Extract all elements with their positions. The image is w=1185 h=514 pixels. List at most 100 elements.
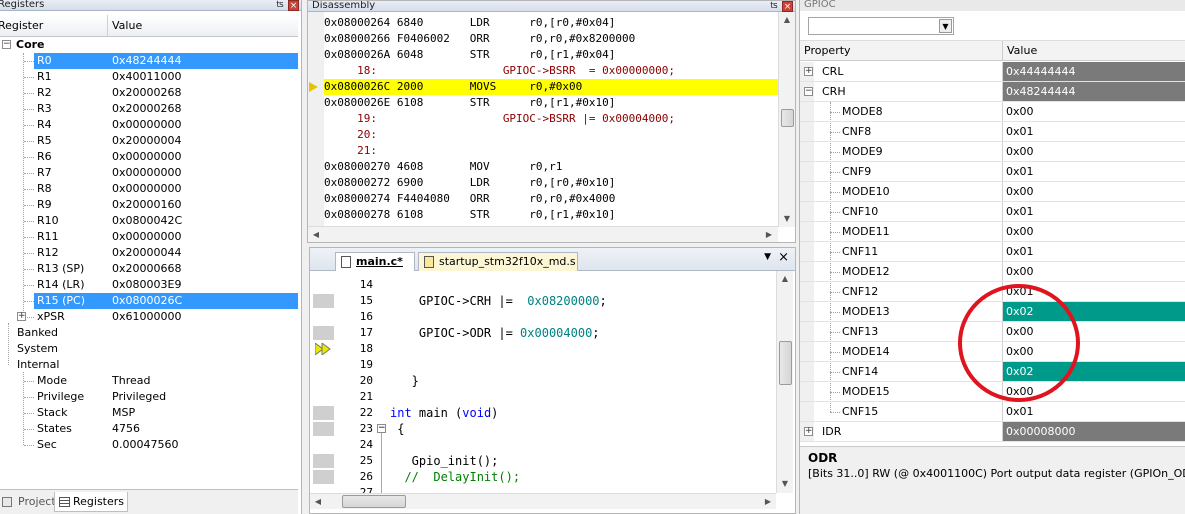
property-value[interactable]: 0x00	[1002, 222, 1185, 241]
bitfield-row[interactable]: MODE15 0x00	[800, 382, 1185, 402]
collapse-icon[interactable]: −	[804, 87, 813, 96]
disassembly-hscroll[interactable]: ◀ ▶	[308, 226, 778, 242]
bitfield-row[interactable]: CNF13 0x00	[800, 322, 1185, 342]
close-editor-icon[interactable]: ×	[778, 250, 789, 265]
bitfield-row[interactable]: CNF11 0x01	[800, 242, 1185, 262]
scroll-down-icon[interactable]: ▼	[779, 211, 795, 227]
breakpoint-margin[interactable]	[313, 294, 334, 308]
disassembly-line[interactable]: 0x08000266 F0406002 ORR r0,r0,#0x8200000	[324, 31, 778, 47]
bitfield-row[interactable]: CNF9 0x01	[800, 162, 1185, 182]
property-value[interactable]: 0x01	[1002, 122, 1185, 141]
group-system[interactable]: System	[0, 341, 298, 357]
register-row[interactable]: R8 0x00000000	[0, 181, 298, 197]
property-value[interactable]: 0x00	[1002, 382, 1185, 401]
bitfield-row[interactable]: CNF14 0x02	[800, 362, 1185, 382]
scroll-up-icon[interactable]: ▲	[779, 12, 795, 28]
breakpoint-margin[interactable]	[313, 422, 334, 436]
bitfield-row[interactable]: MODE13 0x02	[800, 302, 1185, 322]
disassembly-line[interactable]: 0x08000264 6840 LDR r0,[r0,#0x04]	[324, 15, 778, 31]
group-internal[interactable]: Internal	[0, 357, 298, 373]
close-icon[interactable]: ×	[782, 1, 793, 12]
chevron-down-icon[interactable]: ▼	[939, 19, 952, 33]
disassembly-line[interactable]: 20:	[324, 127, 778, 143]
column-register[interactable]: Register	[0, 19, 43, 32]
register-row[interactable]: R14 (LR) 0x080003E9	[0, 277, 298, 293]
disassembly-line[interactable]: 21:	[324, 143, 778, 159]
register-row[interactable]: R7 0x00000000	[0, 165, 298, 181]
scroll-up-icon[interactable]: ▲	[777, 271, 793, 287]
peripheral-select[interactable]: ▼	[808, 17, 954, 35]
breakpoint-margin[interactable]	[313, 326, 334, 340]
register-row[interactable]: R2 0x20000268	[0, 85, 298, 101]
bitfield-row[interactable]: CNF12 0x01	[800, 282, 1185, 302]
code-line[interactable]: Gpio_init();	[390, 453, 774, 469]
bitfield-row[interactable]: MODE10 0x00	[800, 182, 1185, 202]
code-line[interactable]: }	[390, 373, 774, 389]
register-row[interactable]: R5 0x20000004	[0, 133, 298, 149]
property-value[interactable]: 0x02	[1002, 362, 1185, 381]
bitfield-row[interactable]: MODE14 0x00	[800, 342, 1185, 362]
tab-startup-file[interactable]: startup_stm32f10x_md.s	[418, 252, 578, 271]
editor-vscroll[interactable]: ▲ ▼	[776, 271, 793, 493]
expand-icon[interactable]: +	[804, 67, 813, 76]
close-icon[interactable]: ×	[288, 0, 299, 11]
xpsr-expander[interactable]: +	[17, 312, 26, 321]
code-line[interactable]: int main (void)	[390, 405, 774, 421]
pin-icon[interactable]: ʦ	[275, 0, 285, 10]
tab-dropdown-icon[interactable]: ▼	[764, 252, 771, 262]
register-group-row[interactable]: − CRH 0x48244444	[800, 82, 1185, 102]
scroll-right-icon[interactable]: ▶	[761, 227, 777, 242]
property-value[interactable]: 0x01	[1002, 162, 1185, 181]
register-row[interactable]: R4 0x00000000	[0, 117, 298, 133]
register-row[interactable]: R12 0x20000044	[0, 245, 298, 261]
group-banked[interactable]: Banked	[0, 325, 298, 341]
property-value[interactable]: 0x02	[1002, 302, 1185, 321]
code-line[interactable]: GPIOC->ODR |= 0x00004000;	[390, 325, 774, 341]
disassembly-line[interactable]: 0x08000278 6108 STR r0,[r1,#0x10]	[324, 207, 778, 223]
scroll-down-icon[interactable]: ▼	[777, 476, 793, 492]
bitfield-row[interactable]: MODE12 0x00	[800, 262, 1185, 282]
register-group-row[interactable]: + IDR 0x00008000	[800, 422, 1185, 442]
property-value[interactable]: 0x44444444	[1002, 62, 1185, 81]
scroll-thumb[interactable]	[779, 341, 792, 385]
expand-icon[interactable]: +	[804, 427, 813, 436]
disassembly-line[interactable]: 0x08000272 6900 LDR r0,[r0,#0x10]	[324, 175, 778, 191]
tab-registers[interactable]: Registers	[54, 492, 128, 512]
code-line[interactable]: GPIOC->CRH |= 0x08200000;	[390, 293, 774, 309]
property-value[interactable]: 0x01	[1002, 402, 1185, 421]
property-value[interactable]: 0x00	[1002, 182, 1185, 201]
property-value[interactable]: 0x00	[1002, 262, 1185, 281]
bitfield-row[interactable]: MODE9 0x00	[800, 142, 1185, 162]
register-group-row[interactable]: + CRL 0x44444444	[800, 62, 1185, 82]
property-value[interactable]: 0x48244444	[1002, 82, 1185, 101]
register-row[interactable]: R9 0x20000160	[0, 197, 298, 213]
register-row[interactable]: xPSR 0x61000000	[0, 309, 298, 325]
scroll-left-icon[interactable]: ◀	[308, 227, 324, 242]
scroll-right-icon[interactable]: ▶	[760, 494, 776, 510]
register-row[interactable]: R13 (SP) 0x20000668	[0, 261, 298, 277]
code-line[interactable]: {	[390, 421, 774, 437]
tab-project[interactable]: Project	[0, 492, 56, 512]
register-row[interactable]: R11 0x00000000	[0, 229, 298, 245]
property-value[interactable]: 0x01	[1002, 282, 1185, 301]
bitfield-row[interactable]: CNF10 0x01	[800, 202, 1185, 222]
register-row[interactable]: R6 0x00000000	[0, 149, 298, 165]
register-row[interactable]: R0 0x48244444	[34, 53, 298, 69]
property-value[interactable]: 0x00	[1002, 142, 1185, 161]
disassembly-line[interactable]: 0x0800026A 6048 STR r0,[r1,#0x04]	[324, 47, 778, 63]
core-group[interactable]: Core	[0, 37, 298, 53]
breakpoint-margin[interactable]	[313, 470, 334, 484]
fold-collapse-icon[interactable]: −	[377, 424, 386, 433]
current-instruction[interactable]: 0x0800026C 2000 MOVS r0,#0x00	[324, 79, 778, 95]
pin-icon[interactable]: ʦ	[769, 1, 779, 11]
property-value[interactable]: 0x00	[1002, 342, 1185, 361]
scroll-left-icon[interactable]: ◀	[310, 494, 326, 510]
scroll-thumb[interactable]	[781, 109, 794, 127]
bitfield-row[interactable]: CNF15 0x01	[800, 402, 1185, 422]
editor-hscroll[interactable]: ◀ ▶	[310, 493, 776, 509]
bitfield-row[interactable]: MODE11 0x00	[800, 222, 1185, 242]
hscroll-thumb[interactable]	[342, 495, 406, 508]
disassembly-line[interactable]: 0x0800026E 6108 STR r0,[r1,#0x10]	[324, 95, 778, 111]
disassembly-line[interactable]: 18: GPIOC->BSRR = 0x00000000;	[324, 63, 778, 79]
disassembly-line[interactable]: 0x08000274 F4404080 ORR r0,r0,#0x4000	[324, 191, 778, 207]
